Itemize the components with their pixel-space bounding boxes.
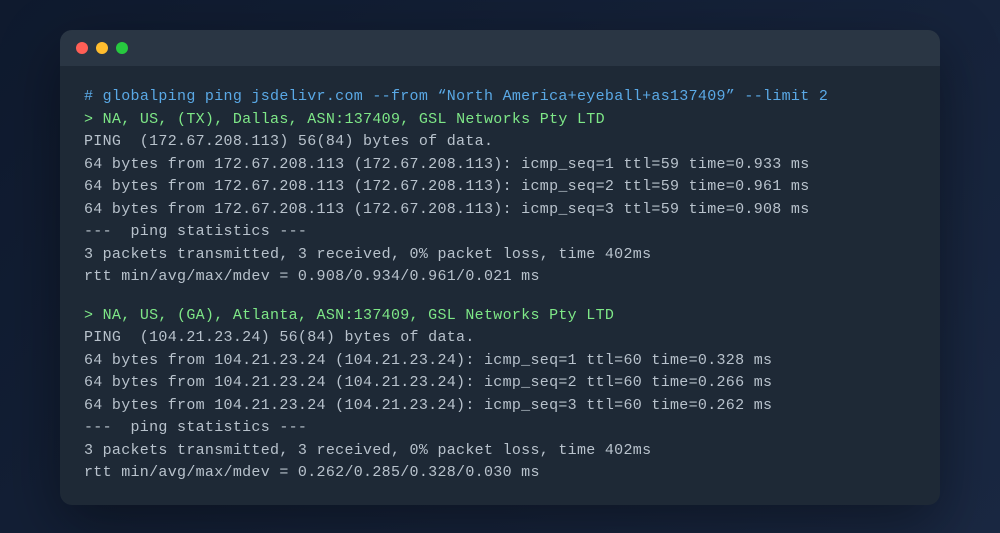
result-header: > NA, US, (TX), Dallas, ASN:137409, GSL … (84, 109, 916, 132)
ping-output-line: 64 bytes from 104.21.23.24 (104.21.23.24… (84, 372, 916, 395)
ping-output-line: 64 bytes from 172.67.208.113 (172.67.208… (84, 199, 916, 222)
close-icon[interactable] (76, 42, 88, 54)
ping-output-line: PING (104.21.23.24) 56(84) bytes of data… (84, 327, 916, 350)
terminal-body[interactable]: # globalping ping jsdelivr.com --from “N… (60, 66, 940, 505)
command-text: globalping ping jsdelivr.com --from “Nor… (103, 88, 829, 105)
ping-output-line: --- ping statistics --- (84, 221, 916, 244)
ping-output-line: rtt min/avg/max/mdev = 0.908/0.934/0.961… (84, 266, 916, 289)
ping-output-line: 64 bytes from 104.21.23.24 (104.21.23.24… (84, 350, 916, 373)
terminal-window: # globalping ping jsdelivr.com --from “N… (60, 30, 940, 505)
terminal-titlebar (60, 30, 940, 66)
ping-output-line: 3 packets transmitted, 3 received, 0% pa… (84, 244, 916, 267)
ping-output-line: 3 packets transmitted, 3 received, 0% pa… (84, 440, 916, 463)
spacer (84, 289, 916, 305)
maximize-icon[interactable] (116, 42, 128, 54)
prompt-hash: # (84, 88, 103, 105)
location-text: NA, US, (TX), Dallas, ASN:137409, GSL Ne… (103, 111, 605, 128)
ping-output-line: 64 bytes from 172.67.208.113 (172.67.208… (84, 176, 916, 199)
ping-output-line: 64 bytes from 172.67.208.113 (172.67.208… (84, 154, 916, 177)
location-text: NA, US, (GA), Atlanta, ASN:137409, GSL N… (103, 307, 615, 324)
ping-output-line: --- ping statistics --- (84, 417, 916, 440)
minimize-icon[interactable] (96, 42, 108, 54)
ping-output-line: rtt min/avg/max/mdev = 0.262/0.285/0.328… (84, 462, 916, 485)
ping-output-line: 64 bytes from 104.21.23.24 (104.21.23.24… (84, 395, 916, 418)
result-header: > NA, US, (GA), Atlanta, ASN:137409, GSL… (84, 305, 916, 328)
prompt-gt: > (84, 307, 103, 324)
ping-output-line: PING (172.67.208.113) 56(84) bytes of da… (84, 131, 916, 154)
command-line: # globalping ping jsdelivr.com --from “N… (84, 86, 916, 109)
prompt-gt: > (84, 111, 103, 128)
